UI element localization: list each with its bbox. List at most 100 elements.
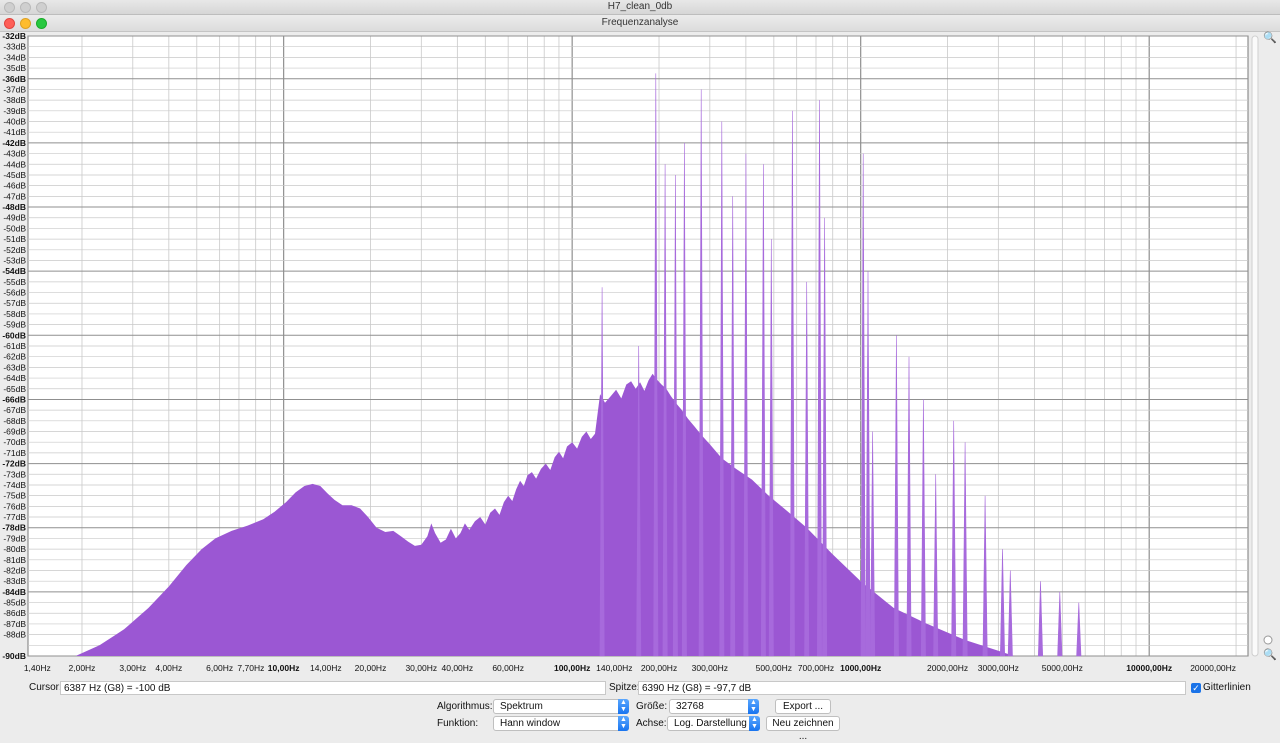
algorithm-value: Spektrum bbox=[500, 701, 543, 712]
y-tick-label: -60dB bbox=[2, 330, 26, 340]
size-select[interactable]: 32768 ▲ ▼ bbox=[669, 699, 759, 714]
y-tick-label: -49dB bbox=[3, 213, 26, 223]
y-tick-label: -67dB bbox=[3, 405, 26, 415]
y-tick-label: -82dB bbox=[3, 565, 26, 575]
chevron-updown-icon: ▲ ▼ bbox=[748, 699, 759, 714]
x-tick-label: 700,00Hz bbox=[798, 663, 834, 673]
function-label: Funktion: bbox=[437, 718, 479, 729]
x-tick-label: 1000,00Hz bbox=[840, 663, 881, 673]
x-tick-label: 2000,00Hz bbox=[927, 663, 968, 673]
y-axis-ticks: -32dB-33dB-34dB-35dB-36dB-37dB-38dB-39dB… bbox=[2, 32, 26, 661]
axis-select[interactable]: Log. Darstellung ▲ ▼ bbox=[667, 716, 760, 731]
y-tick-label: -73dB bbox=[3, 469, 26, 479]
y-tick-label: -57dB bbox=[3, 298, 26, 308]
y-tick-label: -41dB bbox=[3, 127, 26, 137]
x-tick-label: 60,00Hz bbox=[492, 663, 524, 673]
y-tick-label: -38dB bbox=[3, 95, 26, 105]
redraw-button[interactable]: Neu zeichnen ... bbox=[766, 716, 840, 742]
y-tick-label: -59dB bbox=[3, 320, 26, 330]
y-tick-label: -43dB bbox=[3, 149, 26, 159]
x-tick-label: 300,00Hz bbox=[692, 663, 728, 673]
zoom-in-icon[interactable]: 🔍 bbox=[1263, 32, 1277, 44]
outer-titlebar: H7_clean_0db bbox=[0, 0, 1280, 15]
chevron-updown-icon: ▲ ▼ bbox=[618, 716, 629, 731]
spectrum-chart[interactable]: -32dB-33dB-34dB-35dB-36dB-37dB-38dB-39dB… bbox=[0, 32, 1280, 676]
axis-label: Achse: bbox=[636, 718, 667, 729]
x-tick-label: 20,00Hz bbox=[355, 663, 387, 673]
chevron-updown-icon: ▲ ▼ bbox=[618, 699, 629, 714]
x-axis-ticks: 1,40Hz 2,00Hz 3,00Hz 4,00Hz 6,00Hz 7,70Hz 10,0… bbox=[24, 663, 1236, 673]
peak-label: Spitze: bbox=[609, 682, 640, 693]
checkbox-icon[interactable]: ✓ bbox=[1191, 683, 1201, 693]
x-tick-label: 2,00Hz bbox=[69, 663, 96, 673]
minimize-icon[interactable] bbox=[20, 18, 31, 29]
y-tick-label: -75dB bbox=[3, 491, 26, 501]
outer-window-title: H7_clean_0db bbox=[607, 1, 673, 12]
x-tick-label: 20000,00Hz bbox=[1190, 663, 1236, 673]
y-tick-label: -45dB bbox=[3, 170, 26, 180]
zoom-out-icon[interactable]: 🔍 bbox=[1263, 649, 1277, 661]
y-tick-label: -68dB bbox=[3, 416, 26, 426]
algorithm-label: Algorithmus: bbox=[437, 701, 493, 712]
y-tick-label: -69dB bbox=[3, 427, 26, 437]
x-tick-label: 140,00Hz bbox=[596, 663, 632, 673]
grid-lines-label[interactable]: Gitterlinien bbox=[1203, 679, 1251, 697]
y-tick-label: -80dB bbox=[3, 544, 26, 554]
x-tick-label: 500,00Hz bbox=[756, 663, 792, 673]
window-titlebar: Frequenzanalyse bbox=[0, 15, 1280, 32]
size-value: 32768 bbox=[676, 701, 704, 712]
y-tick-label: -42dB bbox=[2, 138, 26, 148]
vertical-scrollbar[interactable] bbox=[1251, 35, 1259, 657]
status-row: Cursor: 6387 Hz (G8) = -100 dB Spitze: 6… bbox=[0, 679, 1280, 697]
y-tick-label: -55dB bbox=[3, 277, 26, 287]
y-tick-label: -79dB bbox=[3, 533, 26, 543]
axis-value: Log. Darstellung bbox=[674, 718, 747, 729]
y-tick-label: -33dB bbox=[3, 42, 26, 52]
function-value: Hann window bbox=[500, 718, 561, 729]
x-tick-label: 3,00Hz bbox=[119, 663, 146, 673]
chevron-updown-icon: ▲ ▼ bbox=[749, 716, 760, 731]
y-tick-label: -70dB bbox=[3, 437, 26, 447]
y-tick-label: -64dB bbox=[3, 373, 26, 383]
y-tick-label: -34dB bbox=[3, 52, 26, 62]
minimize-icon[interactable] bbox=[20, 2, 31, 13]
y-tick-label: -74dB bbox=[3, 480, 26, 490]
y-tick-label: -50dB bbox=[3, 223, 26, 233]
y-tick-label: -65dB bbox=[3, 384, 26, 394]
x-tick-label: 7,70Hz bbox=[237, 663, 264, 673]
cursor-label: Cursor: bbox=[29, 682, 62, 693]
y-tick-label: -72dB bbox=[2, 459, 26, 469]
y-tick-label: -44dB bbox=[3, 159, 26, 169]
export-button[interactable]: Export ... bbox=[775, 699, 831, 714]
x-tick-label: 40,00Hz bbox=[442, 663, 474, 673]
x-tick-label: 6,00Hz bbox=[206, 663, 233, 673]
y-tick-label: -83dB bbox=[3, 576, 26, 586]
y-tick-label: -46dB bbox=[3, 181, 26, 191]
algorithm-select[interactable]: Spektrum ▲ ▼ bbox=[493, 699, 629, 714]
y-tick-label: -78dB bbox=[2, 523, 26, 533]
y-tick-label: -40dB bbox=[3, 117, 26, 127]
y-tick-label: -54dB bbox=[2, 266, 26, 276]
x-tick-label: 100,00Hz bbox=[554, 663, 590, 673]
controls-row-2: Funktion: Hann window ▲ ▼ Achse: Log. Dar… bbox=[0, 715, 1280, 742]
maximize-icon[interactable] bbox=[36, 18, 47, 29]
y-tick-label: -51dB bbox=[3, 234, 26, 244]
function-select[interactable]: Hann window ▲ ▼ bbox=[493, 716, 629, 731]
y-tick-label: -52dB bbox=[3, 245, 26, 255]
y-tick-label: -56dB bbox=[3, 288, 26, 298]
y-tick-label: -37dB bbox=[3, 84, 26, 94]
x-tick-label: 14,00Hz bbox=[310, 663, 342, 673]
y-tick-label: -63dB bbox=[3, 362, 26, 372]
peak-readout: 6390 Hz (G8) = -97,7 dB bbox=[638, 681, 1186, 695]
x-tick-label: 1,40Hz bbox=[24, 663, 51, 673]
y-tick-label: -84dB bbox=[2, 587, 26, 597]
close-icon[interactable] bbox=[4, 18, 15, 29]
maximize-icon[interactable] bbox=[36, 2, 47, 13]
y-tick-label: -77dB bbox=[3, 512, 26, 522]
zoom-slider-handle[interactable] bbox=[1263, 635, 1273, 645]
y-tick-label: -81dB bbox=[3, 555, 26, 565]
x-tick-label: 10,00Hz bbox=[268, 663, 300, 673]
close-icon[interactable] bbox=[4, 2, 15, 13]
x-tick-label: 4,00Hz bbox=[155, 663, 182, 673]
y-tick-label: -53dB bbox=[3, 255, 26, 265]
